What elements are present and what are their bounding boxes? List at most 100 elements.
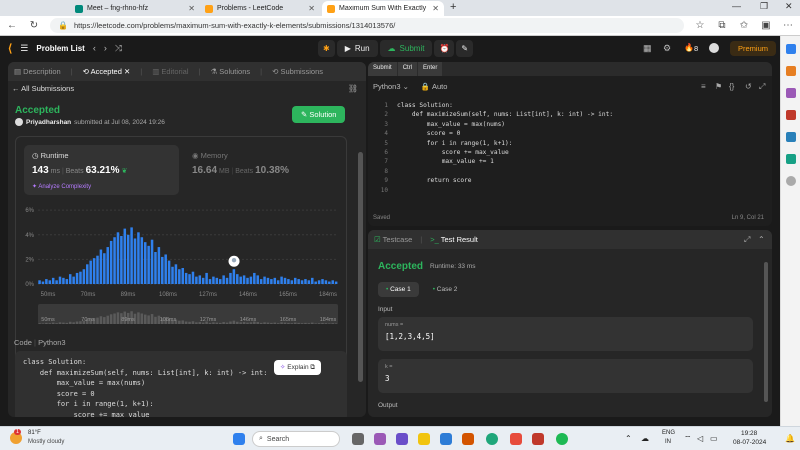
tools-icon[interactable] xyxy=(786,88,796,98)
case-1-tab[interactable]: • Case 1 xyxy=(378,282,419,297)
star-icon[interactable]: ☆ xyxy=(694,20,706,31)
chart-bar xyxy=(328,281,331,284)
scrollbar[interactable] xyxy=(358,152,363,382)
ctrl-key: Ctrl xyxy=(397,62,418,76)
new-tab-icon[interactable]: + xyxy=(450,1,456,13)
premium-button[interactable]: Premium xyxy=(730,41,777,56)
menu-icon[interactable]: ☰ xyxy=(20,43,28,54)
back-icon[interactable]: ← xyxy=(6,20,18,31)
clock-icon: ◷ xyxy=(32,151,41,160)
wifi-icon[interactable]: ⌔ xyxy=(684,434,692,444)
author-name[interactable]: Priyadharshan xyxy=(26,119,71,126)
solution-button[interactable]: ✎ Solution xyxy=(292,106,346,123)
collapse-icon[interactable]: ⌃ xyxy=(758,235,765,244)
close-icon[interactable]: ✕ xyxy=(432,4,439,13)
tab-editorial[interactable]: ▥ Editorial xyxy=(152,67,188,76)
minimize-icon[interactable]: — xyxy=(732,1,741,11)
memory-header[interactable]: ◉ Memory xyxy=(192,151,228,160)
collections-icon[interactable]: ▣ xyxy=(760,20,772,31)
tab-submissions[interactable]: ⟲ Submissions xyxy=(272,67,323,76)
shopping-icon[interactable] xyxy=(786,66,796,76)
chevron-right-icon[interactable]: › xyxy=(104,43,107,53)
close-icon[interactable]: ✕ xyxy=(308,4,315,13)
case-2-tab[interactable]: • Case 2 xyxy=(425,282,466,297)
chart-bar xyxy=(174,264,178,284)
brave-icon[interactable] xyxy=(510,433,522,445)
input-language[interactable]: ENG xyxy=(662,430,675,436)
language-select[interactable]: Python3 ⌄ xyxy=(373,82,409,91)
overview-bar xyxy=(191,321,195,324)
shuffle-icon[interactable]: ⤨ xyxy=(115,43,122,54)
chevron-left-icon[interactable]: ‹ xyxy=(93,43,96,53)
reload-icon[interactable]: ↻ xyxy=(28,20,40,31)
browser-tab-current[interactable]: Maximum Sum With Exactly K Elements ✕ xyxy=(322,1,444,16)
format-icon[interactable]: ≡ xyxy=(701,82,706,91)
chart-bar xyxy=(208,279,212,284)
notifications-icon[interactable]: 🔔 xyxy=(785,434,795,443)
file-explorer-icon[interactable] xyxy=(418,433,430,445)
tab-test-result[interactable]: >_ Test Result xyxy=(430,235,478,244)
maximize-icon[interactable]: ❐ xyxy=(760,1,768,12)
taskbar-search[interactable]: ⌕ Search xyxy=(252,431,340,447)
auto-mode[interactable]: 🔒 Auto xyxy=(421,82,447,91)
browser-tab-meet[interactable]: Meet – fng-rhno-hfz ✕ xyxy=(70,1,200,16)
volume-icon[interactable]: ◁ xyxy=(697,434,703,443)
scrollbar[interactable] xyxy=(764,262,768,402)
leetcode-logo-icon[interactable]: ⟨ xyxy=(8,42,12,55)
debug-button[interactable]: ✱ xyxy=(318,40,335,57)
explain-button[interactable]: ✧ Explain ⧉ xyxy=(274,360,322,375)
video-icon[interactable] xyxy=(396,433,408,445)
cloud-icon[interactable]: ☁ xyxy=(641,434,649,443)
add-icon[interactable] xyxy=(786,176,796,186)
problem-list-link[interactable]: Problem List xyxy=(36,44,84,53)
alarm-icon: ⏰ xyxy=(439,44,450,53)
chevron-up-icon[interactable]: ⌃ xyxy=(625,434,632,443)
extensions-icon[interactable]: ⧉ xyxy=(716,20,728,31)
link-icon[interactable]: ⛓ xyxy=(348,84,358,93)
window-close-icon[interactable]: ✕ xyxy=(785,1,793,12)
settings-icon[interactable]: ⚙ xyxy=(663,43,671,54)
store-icon[interactable] xyxy=(440,433,452,445)
clock-time[interactable]: 19:28 xyxy=(741,430,757,437)
tab-accepted[interactable]: ⟲ Accepted ✕ xyxy=(83,67,131,76)
submit-button[interactable]: ☁ Submit xyxy=(379,40,433,57)
browser-tab-problems[interactable]: Problems - LeetCode ✕ xyxy=(200,1,320,16)
chart-bar xyxy=(143,242,147,284)
office-icon[interactable] xyxy=(462,433,474,445)
braces-icon[interactable]: {} xyxy=(729,82,734,91)
avatar[interactable] xyxy=(709,43,719,53)
all-submissions-link[interactable]: ← All Submissions xyxy=(12,84,74,93)
tab-solutions[interactable]: ⚗ Solutions xyxy=(210,67,250,76)
notes-button[interactable]: ✎ xyxy=(456,40,474,57)
chart-bar xyxy=(276,280,280,284)
task-view-icon[interactable] xyxy=(352,433,364,445)
tab-description[interactable]: ▤ Description xyxy=(14,67,61,76)
more-icon[interactable]: ⋯ xyxy=(782,20,794,31)
office-icon[interactable] xyxy=(786,110,796,120)
spotify-icon[interactable] xyxy=(556,433,568,445)
teams-icon[interactable] xyxy=(374,433,386,445)
timer-button[interactable]: ⏰ xyxy=(434,40,455,57)
run-button[interactable]: ▶ Run xyxy=(336,40,378,57)
youtube-icon[interactable] xyxy=(532,433,544,445)
favorites-icon[interactable]: ✩ xyxy=(738,20,750,31)
line-number: 4 xyxy=(384,130,388,138)
tab-testcase[interactable]: ☑ Testcase xyxy=(374,235,412,244)
reset-icon[interactable]: ↺ xyxy=(745,82,752,91)
editor-code[interactable]: class Solution: def maximizeSum(self, nu… xyxy=(397,101,613,195)
copy-icon[interactable]: ⧉ xyxy=(310,364,315,371)
search-icon[interactable] xyxy=(786,44,796,54)
battery-icon[interactable]: ▭ xyxy=(710,434,718,443)
fullscreen-icon[interactable]: ⤢ xyxy=(744,235,750,245)
close-icon[interactable]: ✕ xyxy=(124,67,130,76)
apps-icon[interactable] xyxy=(786,154,796,164)
edge-icon[interactable] xyxy=(486,433,498,445)
expand-icon[interactable]: ⤢ xyxy=(759,82,765,92)
layout-icon[interactable]: ▦ xyxy=(643,43,652,54)
submit-shortcut[interactable]: Submit xyxy=(368,62,397,76)
start-icon[interactable] xyxy=(233,433,245,445)
bookmark-icon[interactable]: ⚑ xyxy=(715,82,722,91)
outlook-icon[interactable] xyxy=(786,132,796,142)
url-field[interactable]: 🔒 https://leetcode.com/problems/maximum-… xyxy=(50,18,684,33)
close-icon[interactable]: ✕ xyxy=(188,4,195,13)
